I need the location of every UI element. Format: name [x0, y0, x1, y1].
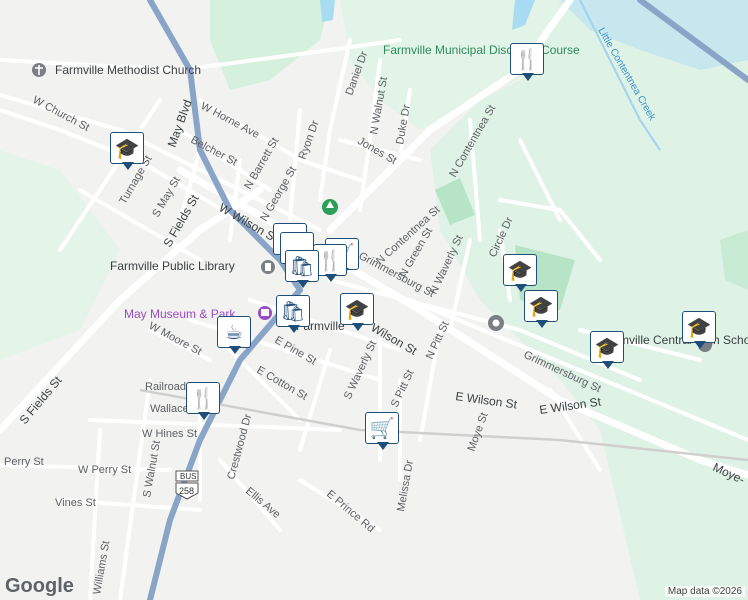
- graduation-cap-icon: 🎓: [507, 258, 533, 282]
- street-label: W Moore St: [147, 320, 204, 358]
- route-shield-icon: BUS 258: [175, 470, 199, 500]
- street-label: S Pitt St: [389, 368, 417, 409]
- route-bus-label: BUS: [180, 472, 196, 481]
- street-label: Railroad: [145, 381, 186, 393]
- street-label: W Hines St: [142, 428, 197, 440]
- graduation-cap-icon: 🎓: [686, 315, 712, 339]
- place-label: Farmville Public Library: [110, 259, 235, 273]
- street-label: Wallace: [150, 403, 189, 415]
- street-label: Moye St: [466, 411, 491, 453]
- church-icon: [32, 63, 46, 77]
- street-label: W Horne Ave: [199, 100, 262, 141]
- route-number-label: 258: [179, 486, 194, 496]
- marker-school-5[interactable]: 🎓: [590, 331, 626, 371]
- place-label: Farmville Municipal Disc Golf Course: [383, 43, 580, 57]
- park-area: [210, 0, 330, 90]
- marker-school-1[interactable]: 🎓: [110, 132, 146, 172]
- shopping-bag-icon: 🛍: [280, 299, 306, 323]
- school-icon: [488, 315, 504, 331]
- museum-icon: [258, 306, 272, 320]
- marker-school-6[interactable]: 🎓: [682, 311, 718, 351]
- street-label: Crestwood Dr: [225, 412, 254, 480]
- graduation-cap-icon: 🎓: [528, 294, 554, 318]
- map-attribution[interactable]: Map data ©2026: [664, 586, 745, 597]
- shopping-bag-icon: 🛍: [289, 254, 315, 278]
- google-logo: Google: [5, 575, 74, 597]
- map-canvas[interactable]: W Church St May Blvd W Horne Ave Belcher…: [0, 0, 748, 600]
- marker-school-3[interactable]: 🎓: [503, 254, 539, 294]
- street-label: W Church St: [31, 94, 92, 134]
- fork-knife-icon: 🍴: [514, 47, 540, 71]
- marker-shopping-2[interactable]: 🛍: [276, 295, 312, 335]
- marker-restaurant-1[interactable]: 🍴: [510, 43, 546, 83]
- shopping-cart-icon: 🛒: [369, 416, 395, 440]
- street-label: Ellis Ave: [243, 485, 282, 521]
- street-label: E Pine St: [273, 334, 319, 367]
- fork-knife-icon: 🍴: [317, 248, 343, 272]
- marker-grocery-1[interactable]: 🛒: [365, 412, 401, 452]
- green-area: [0, 150, 120, 360]
- marker-school-2[interactable]: 🎓: [340, 293, 376, 333]
- street-label: Wilson St: [369, 320, 420, 358]
- marker-school-4[interactable]: 🎓: [524, 290, 560, 330]
- street-label: W Perry St: [78, 464, 131, 476]
- street-label: E Prince Rd: [324, 488, 377, 535]
- coffee-cup-icon: ☕: [225, 320, 243, 344]
- marker-cafe-1[interactable]: ☕: [217, 316, 253, 356]
- place-label: Farmville Methodist Church: [55, 63, 201, 77]
- street-label: E Wilson St: [455, 389, 519, 412]
- fork-knife-icon: 🍴: [190, 386, 216, 410]
- graduation-cap-icon: 🎓: [114, 136, 140, 160]
- graduation-cap-icon: 🎓: [594, 335, 620, 359]
- street-label: Perry St: [4, 456, 44, 468]
- street-label: N Pitt St: [424, 320, 452, 362]
- street-label: Vines St: [55, 497, 96, 509]
- water: [320, 0, 335, 22]
- graduation-cap-icon: 🎓: [344, 297, 370, 321]
- park-icon: [322, 199, 338, 215]
- marker-restaurant-3[interactable]: 🍴: [186, 382, 222, 422]
- marker-shopping-1[interactable]: 🛍: [285, 250, 321, 290]
